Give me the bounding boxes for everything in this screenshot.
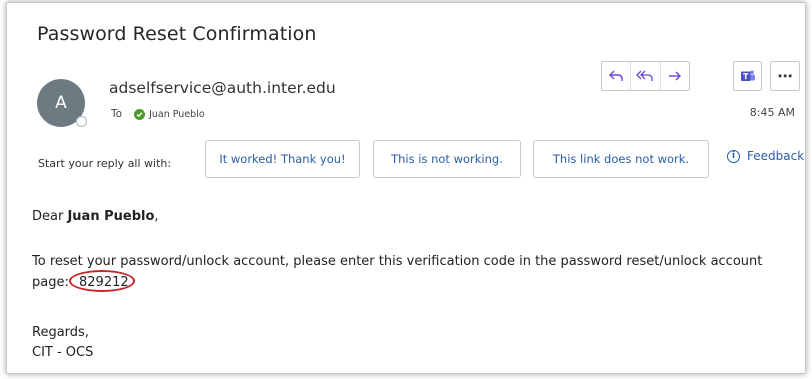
verification-code-highlight: 829212: [69, 270, 135, 293]
feedback-label: Feedback: [747, 149, 805, 163]
signature: CIT - OCS: [32, 345, 94, 360]
instructions-paragraph: To reset your password/unlock account, p…: [32, 251, 802, 293]
avatar-initial: A: [55, 93, 67, 113]
recipient-line: To Juan Pueblo: [111, 108, 205, 120]
teams-button[interactable]: [734, 62, 761, 90]
available-status-icon: [134, 108, 146, 120]
info-icon: i: [727, 149, 740, 163]
greeting-prefix: Dear: [32, 209, 68, 224]
suggested-replies-label: Start your reply all with:: [38, 157, 172, 170]
suggested-reply-button[interactable]: It worked! Thank you!: [205, 140, 360, 178]
highlight-ellipse: [69, 270, 135, 292]
feedback-link[interactable]: i Feedback: [727, 149, 804, 163]
greeting: Dear Juan Pueblo,: [32, 209, 159, 224]
reply-all-icon: [636, 70, 654, 81]
teams-icon: [740, 70, 755, 81]
reply-icon: [609, 70, 623, 81]
to-label: To: [111, 108, 123, 120]
reply-actions-group: [601, 61, 690, 91]
suggested-reply-button[interactable]: This link does not work.: [533, 140, 709, 178]
more-icon: ⋯: [777, 67, 793, 85]
forward-button[interactable]: [659, 62, 689, 90]
recipient-name[interactable]: Juan Pueblo: [149, 109, 205, 120]
greeting-suffix: ,: [154, 209, 159, 224]
more-options-button[interactable]: ⋯: [771, 62, 799, 90]
suggested-reply-button[interactable]: This is not working.: [373, 140, 521, 178]
forward-icon: [668, 71, 681, 81]
greeting-name: Juan Pueblo: [67, 209, 155, 224]
reply-all-button[interactable]: [630, 62, 659, 90]
reply-button[interactable]: [602, 62, 630, 90]
closing: Regards,: [32, 325, 89, 340]
presence-status-icon: [76, 116, 87, 127]
sender-address[interactable]: adselfservice@auth.inter.edu: [109, 79, 336, 97]
instructions-text: To reset your password/unlock account, p…: [32, 254, 763, 290]
received-time: 8:45 AM: [749, 106, 795, 119]
teams-button-group: [733, 61, 762, 91]
email-reading-pane: Password Reset Confirmation A adselfserv…: [6, 2, 806, 374]
email-subject: Password Reset Confirmation: [37, 23, 317, 45]
more-button-group: ⋯: [770, 61, 800, 91]
